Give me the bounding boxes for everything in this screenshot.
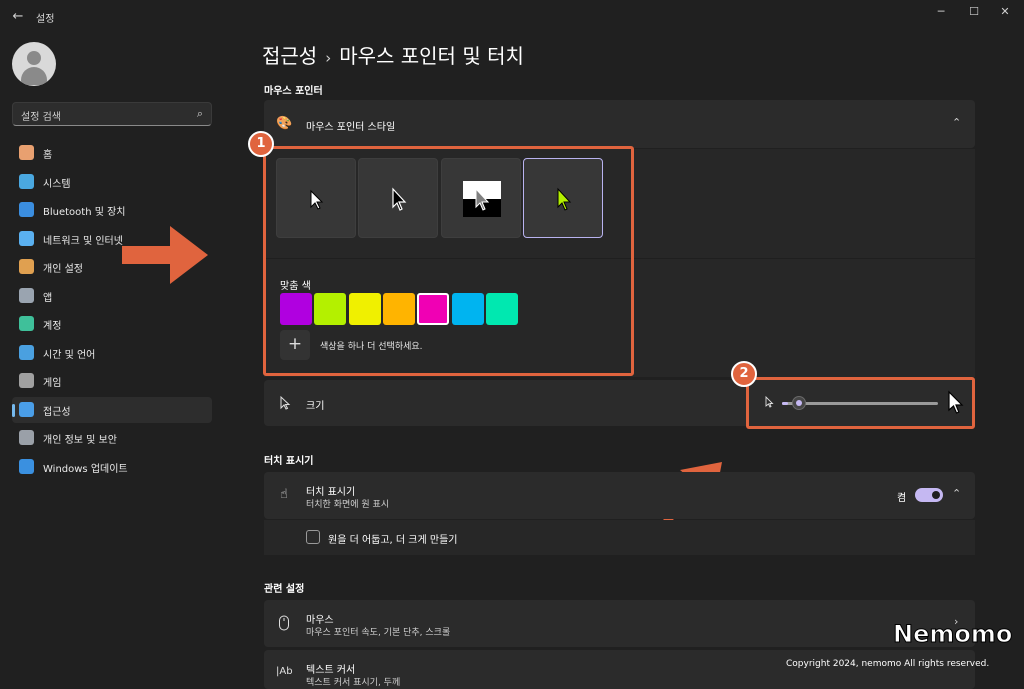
section-related: 관련 설정 xyxy=(264,584,305,595)
sidebar-item-label: 홈 xyxy=(43,150,53,161)
breadcrumb-separator: › xyxy=(325,49,332,67)
account-icon xyxy=(19,316,34,331)
annotation-box-2 xyxy=(746,377,975,429)
pointer-style-header[interactable]: 🎨 마우스 포인터 스타일 ⌃ xyxy=(264,100,975,148)
sidebar-item-label: 접근성 xyxy=(43,407,71,418)
shield-icon xyxy=(19,430,34,445)
maximize-button[interactable]: ☐ xyxy=(957,4,991,20)
touch-hand-icon: ☝ xyxy=(280,487,288,502)
page-title: 마우스 포인터 및 터치 xyxy=(339,44,524,68)
text-cursor-icon: |Ab xyxy=(276,666,293,677)
sidebar-item[interactable]: 개인 정보 및 보안 xyxy=(12,425,212,451)
sidebar-item-label: Windows 업데이트 xyxy=(43,464,128,475)
system-icon xyxy=(19,174,34,189)
text-cursor-row[interactable]: |Ab 텍스트 커서 텍스트 커서 표시기, 두께 xyxy=(264,650,975,689)
annotation-badge-2: 2 xyxy=(731,361,757,387)
apps-icon xyxy=(19,288,34,303)
pointer-size-icon xyxy=(276,395,292,411)
darker-circle-checkbox[interactable] xyxy=(306,530,320,544)
touch-indicator-row[interactable]: ☝ 터치 표시기 터치한 화면에 원 표시 켬 ⌃ xyxy=(264,472,975,519)
sidebar-item-label: 앱 xyxy=(43,293,53,304)
sidebar-item[interactable]: 접근성 xyxy=(12,397,212,423)
update-icon xyxy=(19,459,34,474)
touch-option-row: 원을 더 어둡고, 더 크게 만들기 xyxy=(264,520,975,555)
search-icon[interactable]: ⌕ xyxy=(197,107,203,121)
sidebar-item[interactable]: Windows 업데이트 xyxy=(12,454,212,480)
text-cursor-sub: 텍스트 커서 표시기, 두께 xyxy=(306,678,401,688)
search-placeholder: 설정 검색 xyxy=(21,112,61,123)
sidebar-item[interactable]: 계정 xyxy=(12,311,212,337)
chevron-up-icon[interactable]: ⌃ xyxy=(952,116,961,129)
search-input[interactable]: 설정 검색 ⌕ xyxy=(12,102,212,126)
sidebar-item-label: 게임 xyxy=(43,378,62,389)
sidebar-item[interactable]: 게임 xyxy=(12,368,212,394)
home-icon xyxy=(19,145,34,160)
mouse-label: 마우스 xyxy=(306,615,334,626)
active-indicator xyxy=(12,404,15,417)
annotation-badge-1: 1 xyxy=(248,131,274,157)
sidebar-item-label: Bluetooth 및 장치 xyxy=(43,207,126,218)
size-label: 크기 xyxy=(306,401,325,412)
palette-icon: 🎨 xyxy=(276,116,293,131)
watermark-copyright: Copyright 2024, nemomo All rights reserv… xyxy=(786,659,990,669)
pointer-style-label: 마우스 포인터 스타일 xyxy=(306,122,396,133)
sidebar-item[interactable]: 시간 및 언어 xyxy=(12,340,212,366)
darker-circle-label: 원을 더 어둡고, 더 크게 만들기 xyxy=(328,535,458,546)
gamepad-icon xyxy=(19,373,34,388)
annotation-box-1 xyxy=(263,146,634,376)
mouse-sub: 마우스 포인터 속도, 기본 단추, 스크롤 xyxy=(306,628,451,638)
watermark-brand: Nemomo xyxy=(892,620,1013,649)
touch-state-label: 켬 xyxy=(897,493,907,504)
mouse-settings-row[interactable]: 마우스 마우스 포인터 속도, 기본 단추, 스크롤 › xyxy=(264,600,975,647)
sidebar-item-label: 개인 설정 xyxy=(43,264,83,275)
brush-icon xyxy=(19,259,34,274)
back-arrow-icon[interactable]: ← xyxy=(8,8,28,26)
section-touch: 터치 표시기 xyxy=(264,456,314,467)
sidebar-item-label: 시스템 xyxy=(43,179,71,190)
touch-sub: 터치한 화면에 원 표시 xyxy=(306,500,390,510)
sidebar-item-label: 네트워크 및 인터넷 xyxy=(43,236,123,247)
close-button[interactable]: ✕ xyxy=(988,4,1022,20)
sidebar-item[interactable]: 시스템 xyxy=(12,169,212,195)
section-mouse-pointer: 마우스 포인터 xyxy=(264,86,323,97)
sidebar-item[interactable]: Bluetooth 및 장치 xyxy=(12,197,212,223)
globe-clock-icon xyxy=(19,345,34,360)
avatar[interactable] xyxy=(12,42,56,86)
sidebar-item-label: 시간 및 언어 xyxy=(43,350,96,361)
sidebar-item[interactable]: 홈 xyxy=(12,140,212,166)
minimize-button[interactable]: ─ xyxy=(924,4,958,20)
touch-label: 터치 표시기 xyxy=(306,487,356,498)
accessibility-icon xyxy=(19,402,34,417)
breadcrumb: 접근성 › 마우스 포인터 및 터치 xyxy=(262,40,524,69)
mouse-icon xyxy=(276,615,292,631)
annotation-arrow-right-icon xyxy=(122,226,208,284)
wifi-icon xyxy=(19,231,34,246)
bluetooth-icon xyxy=(19,202,34,217)
app-title: 설정 xyxy=(36,14,55,25)
chevron-up-icon[interactable]: ⌃ xyxy=(952,487,961,500)
title-bar: ← 설정 ─ ☐ ✕ xyxy=(0,0,1024,34)
breadcrumb-parent[interactable]: 접근성 xyxy=(262,44,317,68)
sidebar-item-label: 계정 xyxy=(43,321,62,332)
sidebar-item-label: 개인 정보 및 보안 xyxy=(43,435,117,446)
touch-toggle[interactable] xyxy=(915,488,943,502)
text-cursor-label: 텍스트 커서 xyxy=(306,665,356,676)
